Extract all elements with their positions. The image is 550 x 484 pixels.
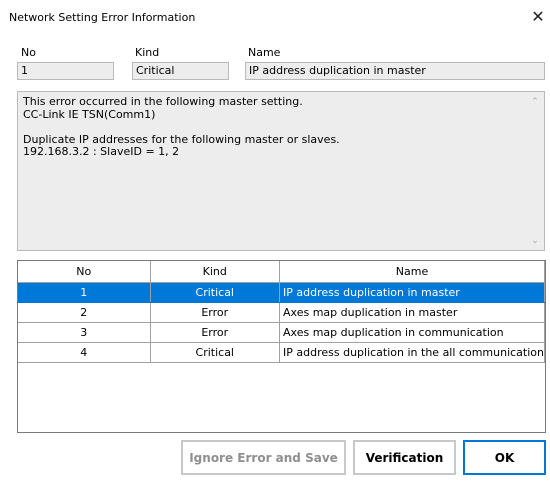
column-header-no[interactable]: No — [18, 261, 151, 283]
cell-name: IP address duplication in master — [279, 282, 545, 303]
details-line: 192.168.3.2 : SlaveID = 1, 2 — [23, 145, 180, 158]
cell-kind: Critical — [150, 282, 281, 303]
kind-field: Critical — [132, 62, 229, 80]
ok-button[interactable]: OK — [463, 440, 546, 475]
verification-button[interactable]: Verification — [353, 440, 456, 475]
details-line: This error occurred in the following mas… — [23, 95, 303, 108]
window-title: Network Setting Error Information — [9, 11, 196, 24]
cell-name: Axes map duplication in master — [279, 302, 545, 323]
kind-label: Kind — [135, 46, 160, 59]
cell-kind: Error — [150, 322, 281, 343]
table-row[interactable]: 3 Error Axes map duplication in communicat… — [18, 322, 545, 343]
scroll-down-icon[interactable]: ⌄ — [530, 236, 540, 246]
cell-no: 4 — [18, 342, 151, 363]
column-header-kind[interactable]: Kind — [150, 261, 281, 283]
close-icon[interactable]: ✕ — [530, 8, 546, 26]
column-header-name[interactable]: Name — [279, 261, 545, 283]
network-setting-error-dialog: Network Setting Error Information ✕ No K… — [0, 0, 550, 484]
scroll-up-icon[interactable]: ⌃ — [530, 97, 540, 107]
cell-kind: Critical — [150, 342, 281, 363]
ignore-error-and-save-button[interactable]: Ignore Error and Save — [181, 440, 346, 475]
details-line — [23, 121, 523, 134]
table-row[interactable]: 1 Critical IP address duplication in maste… — [18, 282, 545, 303]
no-label: No — [21, 46, 36, 59]
details-scrollbar[interactable]: ⌃ ⌄ — [527, 92, 544, 250]
title-bar: Network Setting Error Information ✕ — [0, 0, 550, 36]
table-row[interactable]: 2 Error Axes map duplication in master — [18, 302, 545, 323]
details-line: CC-Link IE TSN(Comm1) — [23, 107, 156, 121]
no-field: 1 — [17, 62, 114, 80]
cell-kind: Error — [150, 302, 281, 323]
cell-name: IP address duplication in the all commun… — [279, 342, 545, 363]
error-details-textbox[interactable]: This error occurred in the following mas… — [17, 91, 545, 251]
cell-no: 2 — [18, 302, 151, 323]
error-details-text: This error occurred in the following mas… — [23, 95, 523, 159]
cell-name: Axes map duplication in communication — [279, 322, 545, 343]
table-header-row: No Kind Name — [18, 261, 545, 283]
name-label: Name — [248, 46, 281, 59]
cell-no: 3 — [18, 322, 151, 343]
table-row[interactable]: 4 Critical IP address duplication in the a… — [18, 342, 545, 363]
error-list-table[interactable]: No Kind Name 1 Critical IP address duplica… — [17, 260, 546, 433]
cell-no: 1 — [18, 282, 151, 303]
name-field: IP address duplication in master — [245, 62, 545, 80]
